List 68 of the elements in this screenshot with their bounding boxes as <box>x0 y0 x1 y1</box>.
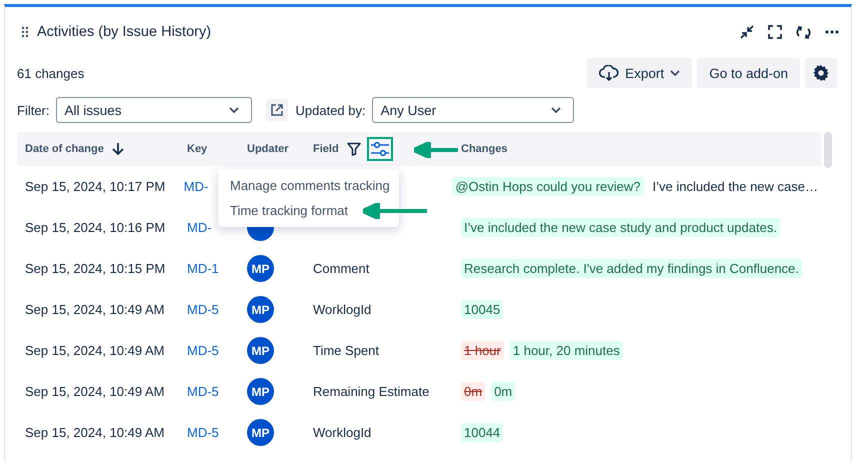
more-icon[interactable] <box>825 30 839 34</box>
table-cell: Comment <box>313 261 370 276</box>
filter-label: Filter: <box>17 102 50 118</box>
column-header[interactable]: Changes <box>461 143 508 155</box>
added-value: 0m <box>491 382 516 401</box>
collapse-icon[interactable] <box>740 25 754 39</box>
pointer-arrow <box>414 142 458 158</box>
menu-item[interactable]: Manage comments tracking <box>218 173 402 198</box>
filter-icon[interactable] <box>346 142 361 156</box>
added-value: @Ostin Hops could you review? <box>452 177 644 196</box>
table-cell: WorklogId <box>313 302 372 317</box>
avatar: MP <box>247 296 274 323</box>
chevron-down-icon <box>228 107 238 113</box>
chevron-down-icon <box>670 70 680 76</box>
settings-icon <box>812 64 830 82</box>
table-cell: Sep 15, 2024, 10:49 AM <box>25 302 164 317</box>
updated-by-label: Updated by: <box>296 102 366 118</box>
open-filter-button[interactable] <box>266 99 288 121</box>
change-text: I’ve included the new case… <box>652 178 819 196</box>
table-cell: Sep 15, 2024, 10:15 PM <box>25 261 166 276</box>
change-count: 61 changes <box>17 66 86 80</box>
column-header[interactable]: Field <box>313 143 339 155</box>
added-value: Research complete. I've added my findings in Confluence. <box>461 259 802 278</box>
table-cell: Sep 15, 2024, 10:49 AM <box>25 425 164 440</box>
column-header[interactable]: Date of change <box>25 143 104 155</box>
settings-button[interactable] <box>805 58 837 88</box>
avatar: MP <box>247 255 274 282</box>
column-header[interactable]: Updater <box>247 143 289 155</box>
table-cell: Sep 15, 2024, 10:16 PM <box>25 220 166 235</box>
issue-link[interactable]: MD- <box>187 220 212 235</box>
menu-item[interactable]: Time tracking format <box>218 198 360 223</box>
removed-value: 0m <box>461 382 486 401</box>
added-value: 1 hour, 20 minutes <box>510 341 623 360</box>
filter-dropdown[interactable]: All issues <box>56 97 252 123</box>
panel-title: Activities (by Issue History) <box>37 24 212 40</box>
fullscreen-icon[interactable] <box>768 25 782 39</box>
added-value: I’ve included the new case study and product updates. <box>461 218 780 237</box>
issue-link[interactable]: MD-5 <box>187 343 219 358</box>
table-cell: Sep 15, 2024, 10:49 AM <box>25 343 164 358</box>
export-button[interactable]: Export <box>587 58 692 88</box>
issue-link[interactable]: MD-5 <box>187 302 219 317</box>
sliders-icon[interactable] <box>370 140 390 158</box>
issue-link[interactable]: MD- <box>184 179 208 194</box>
table-cell: WorklogId <box>313 425 372 440</box>
table-cell: Sep 15, 2024, 10:17 PM <box>25 179 166 194</box>
avatar: MP <box>247 378 274 405</box>
external-link-icon <box>270 104 282 116</box>
pointer-arrow <box>363 203 427 219</box>
added-value: 10044 <box>461 423 504 442</box>
table-cell: Remaining Estimate <box>313 384 430 399</box>
scrollbar[interactable] <box>824 132 832 168</box>
table-cell: Time Spent <box>313 343 379 358</box>
issue-link[interactable]: MD-5 <box>187 425 219 440</box>
added-value: 10045 <box>461 300 504 319</box>
add-on-button[interactable]: Go to add-on <box>697 58 800 88</box>
table-cell: Sep 15, 2024, 10:49 AM <box>25 384 164 399</box>
column-header[interactable]: Key <box>187 143 208 155</box>
avatar: MP <box>247 337 274 364</box>
sort-down-icon[interactable] <box>112 142 124 156</box>
chevron-down-icon <box>550 107 561 113</box>
issue-link[interactable]: MD-1 <box>187 261 219 276</box>
avatar: MP <box>247 419 274 446</box>
refresh-icon[interactable] <box>796 24 811 40</box>
updater-dropdown[interactable]: Any User <box>372 97 574 123</box>
removed-value: 1 hour <box>461 341 504 360</box>
issue-link[interactable]: MD-5 <box>187 384 219 399</box>
cloud-download-icon <box>599 65 620 81</box>
drag-handle-icon[interactable] <box>21 26 29 38</box>
